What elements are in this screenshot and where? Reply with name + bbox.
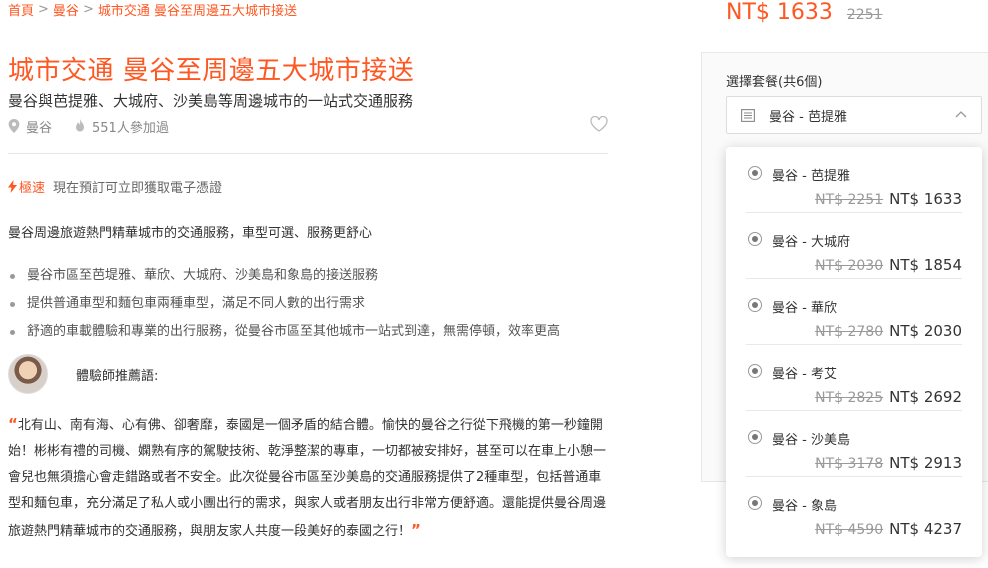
option-prices: NT$ 2030 NT$ 1854	[815, 256, 962, 274]
bullet-dot	[10, 274, 15, 279]
quote-open-mark: “	[8, 415, 18, 433]
option-name: 曼谷 - 大城府	[772, 235, 850, 250]
option-price: NT$ 4237	[889, 520, 962, 538]
list-item-text: 曼谷市區至芭堤雅、華欣、大城府、沙美島和象島的接送服務	[27, 268, 379, 283]
package-option[interactable]: 曼谷 - 象島 NT$ 4590 NT$ 4237	[746, 477, 962, 543]
lightning-icon	[8, 180, 17, 193]
page-subtitle: 曼谷與芭提雅、大城府、沙美島等周邊城市的一站式交通服務	[8, 92, 414, 110]
recommend-label: 體驗師推薦語:	[76, 368, 159, 384]
heart-icon[interactable]	[590, 116, 608, 132]
option-prices: NT$ 3178 NT$ 2913	[815, 454, 962, 472]
location-meta: 曼谷	[8, 117, 52, 136]
list-item-text: 提供普通車型和麵包車兩種車型，滿足不同人數的出行需求	[27, 296, 366, 311]
location-text[interactable]: 曼谷	[26, 117, 52, 136]
option-name: 曼谷 - 象島	[772, 499, 837, 514]
list-icon	[741, 108, 755, 122]
flame-icon	[76, 119, 85, 132]
breadcrumb-separator: >	[82, 1, 94, 17]
option-name: 曼谷 - 華欣	[772, 301, 837, 316]
bullet-dot	[10, 330, 15, 335]
price-header: NT$ 1633 2251	[726, 0, 883, 25]
chevron-up-icon	[955, 111, 967, 118]
meta-row: 曼谷 551人參加過	[8, 116, 608, 136]
option-original-price: NT$ 2780	[815, 324, 884, 340]
package-dropdown: 曼谷 - 芭提雅 NT$ 2251 NT$ 1633 曼谷 - 大城府 NT$ 2…	[726, 147, 982, 557]
radio-icon[interactable]	[748, 298, 762, 312]
package-select[interactable]: 曼谷 - 芭提雅	[726, 96, 982, 134]
option-original-price: NT$ 2825	[815, 390, 884, 406]
radio-icon[interactable]	[748, 166, 762, 180]
option-name: 曼谷 - 芭提雅	[772, 169, 850, 184]
feature-list: 曼谷市區至芭堤雅、華欣、大城府、沙美島和象島的接送服務 提供普通車型和麵包車兩種…	[8, 266, 560, 350]
recommendation-quote: “北有山、南有海、心有佛、卻奢靡，泰國是一個矛盾的結合體。愉快的曼谷之行從下飛機…	[8, 411, 608, 545]
avatar	[8, 354, 48, 394]
package-option[interactable]: 曼谷 - 華欣 NT$ 2780 NT$ 2030	[746, 279, 962, 345]
option-price: NT$ 1854	[889, 256, 962, 274]
list-item: 舒適的車載體驗和專業的出行服務，從曼谷市區至其他城市一站式到達，無需停頓，效率更…	[8, 322, 560, 350]
option-price: NT$ 2030	[889, 322, 962, 340]
radio-icon[interactable]	[748, 232, 762, 246]
option-original-price: NT$ 2030	[815, 258, 884, 274]
fast-voucher-row: 極速 現在預訂可立即獲取電子憑證	[8, 177, 222, 196]
option-prices: NT$ 2825 NT$ 2692	[815, 388, 962, 406]
breadcrumb-separator: >	[38, 1, 49, 17]
bullet-dot	[10, 302, 15, 307]
package-option[interactable]: 曼谷 - 沙美島 NT$ 3178 NT$ 2913	[746, 411, 962, 477]
selected-package-text: 曼谷 - 芭提雅	[769, 109, 847, 125]
breadcrumb-home[interactable]: 首頁	[8, 0, 34, 19]
current-price: NT$ 1633	[726, 0, 833, 25]
participants-meta: 551人參加過	[74, 117, 169, 136]
breadcrumb-bangkok[interactable]: 曼谷	[53, 0, 79, 19]
package-option[interactable]: 曼谷 - 考艾 NT$ 2825 NT$ 2692	[746, 345, 962, 411]
radio-icon[interactable]	[748, 430, 762, 444]
option-prices: NT$ 2251 NT$ 1633	[815, 190, 962, 208]
option-original-price: NT$ 2251	[815, 192, 884, 208]
fast-badge: 極速	[8, 177, 45, 196]
participants-text: 551人參加過	[92, 120, 169, 136]
option-prices: NT$ 4590 NT$ 4237	[815, 520, 962, 538]
option-price: NT$ 2692	[889, 388, 962, 406]
list-item: 提供普通車型和麵包車兩種車型，滿足不同人數的出行需求	[8, 294, 560, 322]
package-option[interactable]: 曼谷 - 芭提雅 NT$ 2251 NT$ 1633	[746, 147, 962, 213]
radio-icon[interactable]	[748, 364, 762, 378]
quote-text: 北有山、南有海、心有佛、卻奢靡，泰國是一個矛盾的結合體。愉快的曼谷之行從下飛機的…	[8, 418, 607, 539]
package-label: 選擇套餐(共6個)	[726, 75, 823, 90]
breadcrumb: 首頁 > 曼谷 > 城市交通 曼谷至周邊五大城市接送	[8, 0, 297, 19]
original-price: 2251	[846, 7, 883, 23]
divider	[8, 153, 608, 154]
option-name: 曼谷 - 沙美島	[772, 433, 850, 448]
intro-text: 曼谷周邊旅遊熱門精華城市的交通服務，車型可選、服務更舒心	[8, 226, 373, 241]
fast-label: 極速	[19, 181, 46, 196]
option-original-price: NT$ 3178	[815, 456, 884, 472]
list-item: 曼谷市區至芭堤雅、華欣、大城府、沙美島和象島的接送服務	[8, 266, 560, 294]
list-item-text: 舒適的車載體驗和專業的出行服務，從曼谷市區至其他城市一站式到達，無需停頓，效率更…	[27, 324, 561, 339]
breadcrumb-current: 城市交通 曼谷至周邊五大城市接送	[97, 3, 297, 19]
page-title: 城市交通 曼谷至周邊五大城市接送	[8, 56, 415, 86]
option-price: NT$ 1633	[889, 190, 962, 208]
radio-icon[interactable]	[748, 496, 762, 510]
option-name: 曼谷 - 考艾	[772, 367, 837, 382]
option-price: NT$ 2913	[889, 454, 962, 472]
map-pin-icon	[8, 119, 20, 133]
option-prices: NT$ 2780 NT$ 2030	[815, 322, 962, 340]
package-option[interactable]: 曼谷 - 大城府 NT$ 2030 NT$ 1854	[746, 213, 962, 279]
fast-text: 現在預訂可立即獲取電子憑證	[53, 181, 223, 196]
option-original-price: NT$ 4590	[815, 522, 884, 538]
recommender-row: 體驗師推薦語:	[8, 354, 158, 394]
quote-close-mark: ”	[411, 521, 421, 539]
